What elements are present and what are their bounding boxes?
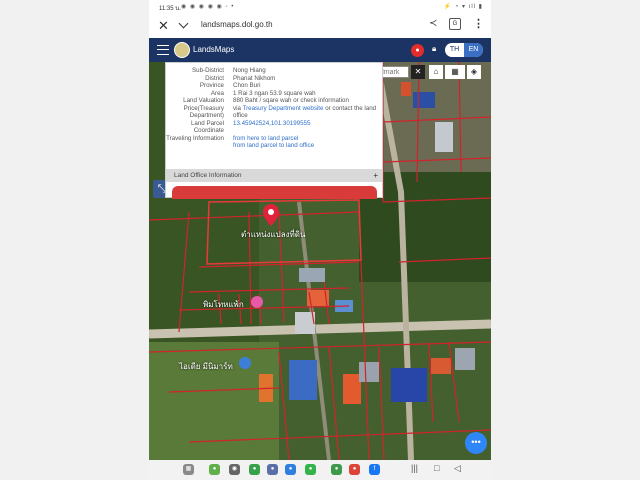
close-icon[interactable]: ✕ (158, 18, 169, 34)
travel-to-office-link[interactable]: from land parcel to land office (233, 142, 382, 150)
facebook-icon[interactable]: f (369, 464, 380, 475)
row-key: Traveling Information (166, 134, 224, 142)
row-value: 880 Baht / sqare wah or check informatio… (233, 97, 349, 104)
phone-screen: 11:35 น. ◉ ◉ ◉ ◉ ◉ ◦ • ⚡ ◔ ▾ ıll ▮ ✕ lan… (149, 0, 491, 480)
url-text[interactable]: landsmaps.dol.go.th (201, 20, 273, 29)
place-label: ไอเดีย มีนิมาร์ท (179, 362, 233, 371)
table-row: Land Parcel Coordinate 13.45942524,101.30… (166, 120, 382, 135)
browser-toolbar: ✕ landsmaps.dol.go.th ≺ G ⋮ (149, 12, 491, 38)
table-row: Price(Treasury Department) via Treasury … (166, 105, 382, 120)
store-pin-icon[interactable] (239, 357, 251, 369)
row-key: Area (210, 89, 224, 97)
record-icon[interactable]: ● (411, 44, 424, 57)
row-value: 1 Rai 3 ngan 53.9 square wah (233, 89, 316, 97)
grid-icon[interactable]: ▦ (445, 65, 465, 79)
app-logo (174, 42, 190, 58)
row-key: Land Valuation (183, 97, 224, 104)
table-row: Province Chon Buri (166, 82, 382, 90)
table-row: Area 1 Rai 3 ngan 53.9 square wah (166, 90, 382, 98)
row-value: Chon Buri (233, 82, 261, 89)
expand-icon[interactable]: + (373, 169, 378, 182)
app-icon-3[interactable]: ● (267, 464, 278, 475)
app-title: LandsMaps (193, 45, 235, 54)
system-navbar: ▦ ● ◉ ● ● ● ● ● ● f ||| □ ◁ (149, 460, 491, 480)
home-icon[interactable]: ⌂ (429, 65, 443, 79)
apps-grid-icon[interactable]: ▦ (183, 464, 194, 475)
language-toggle[interactable]: TH EN (445, 43, 483, 57)
chevron-down-icon[interactable] (178, 18, 189, 29)
shop-label: พิมโทหแพ้ก (203, 300, 244, 309)
app-icon-4[interactable]: ● (285, 464, 296, 475)
recent-apps-icon[interactable]: ||| (411, 463, 418, 473)
parcel-info-table: Sub-District Nong Hiang District Phanat Ni… (166, 67, 382, 150)
shop-pin-icon[interactable] (251, 296, 263, 308)
lang-th[interactable]: TH (445, 43, 464, 57)
treasury-link[interactable]: Treasury Department website (243, 105, 324, 112)
clear-search-icon[interactable]: ✕ (411, 65, 425, 79)
row-key: District (205, 74, 224, 82)
app-icon-1[interactable]: ● (209, 464, 220, 475)
line-icon[interactable]: ● (305, 464, 316, 475)
translate-icon[interactable]: G (449, 18, 461, 30)
menu-icon[interactable] (157, 45, 169, 55)
table-row: District Phanat Nikhom (166, 75, 382, 83)
row-key: Province (199, 82, 224, 89)
row-key: Sub-District (192, 67, 224, 74)
travel-to-parcel-link[interactable]: from here to land parcel (233, 135, 382, 143)
row-value: via Treasury Department website or conta… (233, 105, 382, 120)
home-nav-icon[interactable]: □ (434, 463, 439, 473)
status-bar: 11:35 น. ◉ ◉ ◉ ◉ ◉ ◦ • ⚡ ◔ ▾ ıll ▮ (149, 0, 491, 12)
land-office-section[interactable]: Land Office Information + (166, 169, 382, 182)
row-value: from here to land parcel from land parce… (233, 135, 382, 150)
coordinate-link[interactable]: 13.45942524,101.30199555 (233, 120, 382, 135)
map-view[interactable]: ✕ ⌂ ▦ ◈ ⤡ ตำแหน่งแปลงที่ดิน พิมโทหแพ้ก ไ… (149, 62, 491, 460)
back-icon[interactable]: ◁ (454, 463, 461, 474)
parcel-label: ตำแหน่งแปลงที่ดิน (241, 230, 306, 239)
app-header: LandsMaps ● 🔒︎ TH EN (149, 38, 491, 62)
camera-icon[interactable]: ◉ (229, 464, 240, 475)
maps-icon[interactable]: ● (331, 464, 342, 475)
layers-icon[interactable]: ◈ (467, 65, 481, 79)
share-icon[interactable]: ≺ (429, 18, 437, 29)
map-pin-icon[interactable] (262, 204, 280, 228)
lock-icon[interactable]: 🔒︎ (432, 44, 436, 54)
price-prefix: via (233, 104, 241, 112)
row-key: Land Parcel Coordinate (190, 119, 224, 135)
popup-action-bar[interactable] (172, 186, 377, 199)
table-row: Land Valuation 880 Baht / sqare wah or ch… (166, 97, 382, 105)
more-icon[interactable]: ⋮ (473, 17, 484, 30)
system-icons: ⚡ ◔ ▾ ıll ▮ (443, 4, 483, 10)
parcel-info-popup: Sub-District Nong Hiang District Phanat Ni… (165, 62, 383, 199)
row-value: Phanat Nikhom (233, 74, 276, 82)
land-office-title: Land Office Information (174, 172, 242, 179)
lang-en[interactable]: EN (464, 43, 483, 57)
notification-icons: ◉ ◉ ◉ ◉ ◉ ◦ • (181, 4, 235, 10)
chrome-icon[interactable]: ● (349, 464, 360, 475)
row-value: Nong Hiang (233, 67, 266, 74)
table-row: Sub-District Nong Hiang (166, 67, 382, 75)
row-key: Price(Treasury Department) (183, 104, 224, 120)
app-icon-2[interactable]: ● (249, 464, 260, 475)
more-dots-icon[interactable]: ••• (465, 432, 487, 454)
table-row: Traveling Information from here to land … (166, 135, 382, 150)
